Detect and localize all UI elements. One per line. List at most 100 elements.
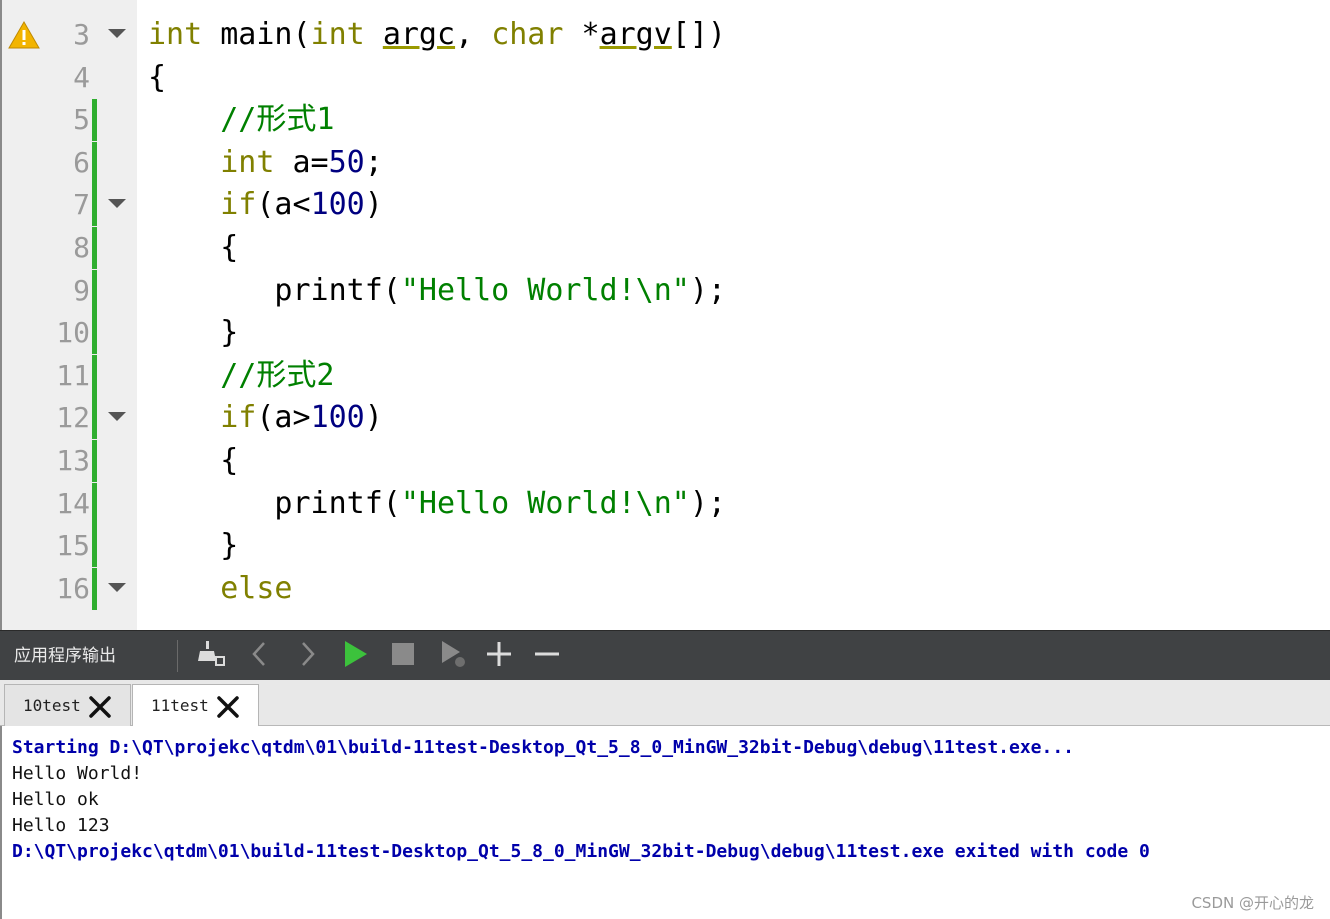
code-token: }: [148, 315, 239, 351]
line-number: 3: [73, 18, 90, 51]
change-marker: [92, 567, 97, 610]
console-system-message: Starting D:\QT\projekc\qtdm\01\build-11t…: [12, 737, 1075, 758]
change-marker: [92, 99, 97, 142]
code-line[interactable]: int a=50;: [148, 142, 383, 184]
attach-debugger-button[interactable]: [436, 639, 470, 673]
change-marker: [92, 354, 97, 397]
toolbar-separator: [177, 640, 178, 672]
code-line[interactable]: }: [148, 312, 238, 354]
fold-arrow-icon[interactable]: [108, 29, 126, 38]
number-token: 100: [310, 400, 365, 436]
zoom-out-button[interactable]: [530, 639, 564, 673]
code-line[interactable]: //形式2: [148, 355, 334, 397]
gutter-row: 9: [2, 269, 137, 312]
gutter-row: 14: [2, 482, 137, 525]
console-system-message: D:\QT\projekc\qtdm\01\build-11test-Deskt…: [12, 841, 1150, 862]
code-token: a=: [274, 144, 329, 180]
gutter-row: 11: [2, 354, 137, 397]
line-number: 15: [56, 529, 90, 563]
line-number: 10: [56, 316, 90, 350]
next-icon: [292, 639, 322, 673]
code-token: printf(: [148, 485, 401, 521]
line-number: 7: [73, 188, 90, 222]
code-token: ,: [455, 17, 492, 52]
line-number: 16: [56, 571, 90, 605]
stop-button[interactable]: [386, 639, 420, 673]
stop-icon: [388, 639, 418, 673]
close-tab-icon[interactable]: [88, 696, 112, 718]
change-marker: [92, 312, 97, 355]
identifier-token: argc: [382, 17, 456, 52]
code-token: }: [148, 528, 239, 564]
keyword-token: if: [220, 187, 257, 223]
gutter-row: 7: [2, 184, 137, 227]
previous-icon: [245, 639, 275, 673]
code-token: {: [148, 230, 239, 265]
gutter-row: 5: [2, 99, 137, 142]
close-tab-icon[interactable]: [216, 696, 240, 718]
previous-button[interactable]: [243, 639, 277, 673]
code-line[interactable]: //形式1: [148, 99, 334, 141]
clean-output-icon: [196, 639, 226, 673]
warning-icon[interactable]: [8, 20, 40, 50]
output-tab-11test[interactable]: 11test: [132, 684, 259, 727]
code-token: {: [148, 59, 167, 95]
code-line[interactable]: else: [148, 568, 293, 610]
code-token: printf(: [148, 272, 401, 308]
application-output-console[interactable]: Starting D:\QT\projekc\qtdm\01\build-11t…: [0, 726, 1330, 919]
code-line[interactable]: if(a>100): [148, 397, 383, 439]
code-token: );: [689, 272, 726, 308]
next-button[interactable]: [290, 639, 324, 673]
output-tab-bar: 10test 11test: [0, 680, 1330, 727]
console-output-line: Hello World!: [12, 763, 143, 784]
code-token: (a>: [256, 400, 311, 436]
code-line[interactable]: printf("Hello World!\n");: [148, 483, 726, 525]
zoom-in-button[interactable]: [482, 639, 516, 673]
code-line[interactable]: }: [148, 525, 238, 567]
fold-arrow-icon[interactable]: [108, 412, 126, 422]
string-token: "Hello World!\n": [400, 272, 690, 308]
change-marker: [92, 397, 97, 440]
gutter-row: 6: [2, 141, 137, 184]
fold-arrow-icon[interactable]: [108, 199, 126, 209]
number-token: 50: [328, 144, 365, 180]
output-panel-title: 应用程序输出: [14, 646, 116, 666]
console-output-line: Hello 123: [12, 815, 110, 836]
code-token: ): [364, 187, 383, 223]
clean-output-button[interactable]: [194, 639, 228, 673]
keyword-token: int: [220, 144, 275, 180]
change-marker: [92, 269, 97, 312]
code-line[interactable]: {: [148, 57, 166, 99]
code-token: ): [364, 400, 383, 436]
code-token: (a<: [256, 187, 311, 223]
watermark: CSDN @开心的龙: [1191, 894, 1314, 912]
change-marker: [92, 482, 97, 525]
code-line[interactable]: printf("Hello World!\n");: [148, 270, 726, 312]
code-line[interactable]: {: [148, 227, 238, 269]
line-number: 11: [56, 358, 90, 392]
keyword-token: int: [310, 17, 365, 52]
run-button[interactable]: [338, 639, 372, 673]
code-editor[interactable]: 3 4 5 6 7 8 9 10 11 12 13 14 15 16 int main(int argc,…: [0, 0, 1330, 630]
keyword-token: else: [220, 570, 293, 606]
keyword-token: char: [491, 17, 564, 52]
change-marker: [92, 141, 97, 184]
code-token: );: [689, 485, 726, 521]
tab-label: 10test: [23, 696, 81, 715]
fold-arrow-icon[interactable]: [108, 582, 126, 592]
code-line[interactable]: {: [148, 440, 238, 482]
keyword-token: if: [220, 400, 257, 436]
code-line[interactable]: int main(int argc, char *argv[]): [148, 14, 726, 56]
gutter-row: 12: [2, 397, 137, 440]
line-number: 6: [73, 145, 90, 179]
output-tab-10test[interactable]: 10test: [4, 684, 131, 726]
line-number: 4: [73, 60, 90, 94]
code-line[interactable]: if(a<100): [148, 184, 383, 226]
line-number: 9: [73, 273, 90, 307]
change-marker: [92, 440, 97, 482]
string-token: "Hello World!\n": [400, 485, 690, 521]
